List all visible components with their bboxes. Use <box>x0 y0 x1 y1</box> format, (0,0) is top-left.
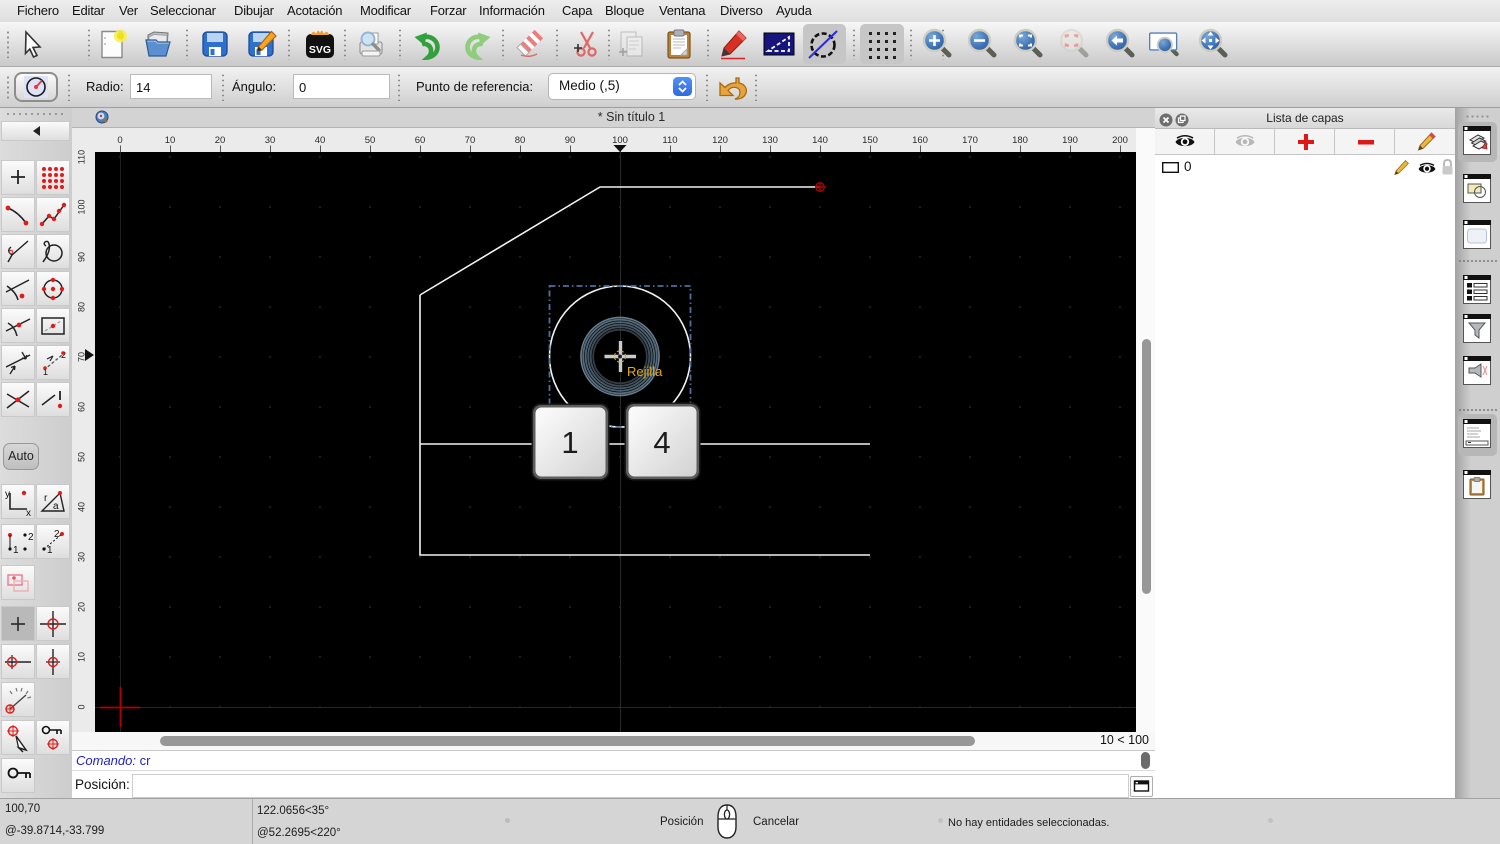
svg-text:10: 10 <box>165 135 176 146</box>
svg-text:90: 90 <box>565 135 576 146</box>
svg-text:90: 90 <box>76 252 86 262</box>
svg-text:30: 30 <box>76 552 86 562</box>
svg-text:180: 180 <box>1012 135 1028 146</box>
svg-text:2: 2 <box>28 532 34 543</box>
svg-text:170: 170 <box>962 135 978 146</box>
svg-text:4: 4 <box>653 425 670 460</box>
svg-text:1: 1 <box>561 425 578 460</box>
svg-text:150: 150 <box>862 135 878 146</box>
svg-text:160: 160 <box>912 135 928 146</box>
svg-text:50: 50 <box>76 452 86 462</box>
svg-text:10: 10 <box>76 652 86 662</box>
svg-text:100: 100 <box>76 199 86 214</box>
svg-text:Rejilla: Rejilla <box>627 364 663 379</box>
svg-text:50: 50 <box>365 135 376 146</box>
svg-text:20: 20 <box>76 602 86 612</box>
svg-text:r: r <box>44 493 48 504</box>
svg-text:110: 110 <box>76 150 86 164</box>
svg-text:70: 70 <box>465 135 476 146</box>
svg-text:40: 40 <box>315 135 326 146</box>
svg-text:SVG: SVG <box>309 44 331 56</box>
svg-text:20: 20 <box>215 135 226 146</box>
svg-text:40: 40 <box>76 502 86 512</box>
svg-text:y: y <box>5 489 10 500</box>
svg-text:190: 190 <box>1062 135 1078 146</box>
svg-text:110: 110 <box>662 135 677 146</box>
svg-text:0: 0 <box>76 704 86 709</box>
svg-text:70: 70 <box>76 352 86 362</box>
svg-text:80: 80 <box>76 302 86 312</box>
svg-text:120: 120 <box>712 135 728 146</box>
svg-text:30: 30 <box>265 135 276 146</box>
svg-text:60: 60 <box>415 135 426 146</box>
svg-text:0: 0 <box>117 135 122 146</box>
svg-text:140: 140 <box>812 135 828 146</box>
svg-text:100: 100 <box>612 135 628 146</box>
svg-text:1: 1 <box>47 545 53 556</box>
svg-text:x: x <box>26 508 31 518</box>
svg-text:1: 1 <box>13 545 19 556</box>
svg-text:130: 130 <box>762 135 778 146</box>
svg-text:80: 80 <box>515 135 526 146</box>
svg-text:a: a <box>53 501 59 512</box>
svg-text:60: 60 <box>76 402 86 412</box>
svg-text:200: 200 <box>1112 135 1128 146</box>
